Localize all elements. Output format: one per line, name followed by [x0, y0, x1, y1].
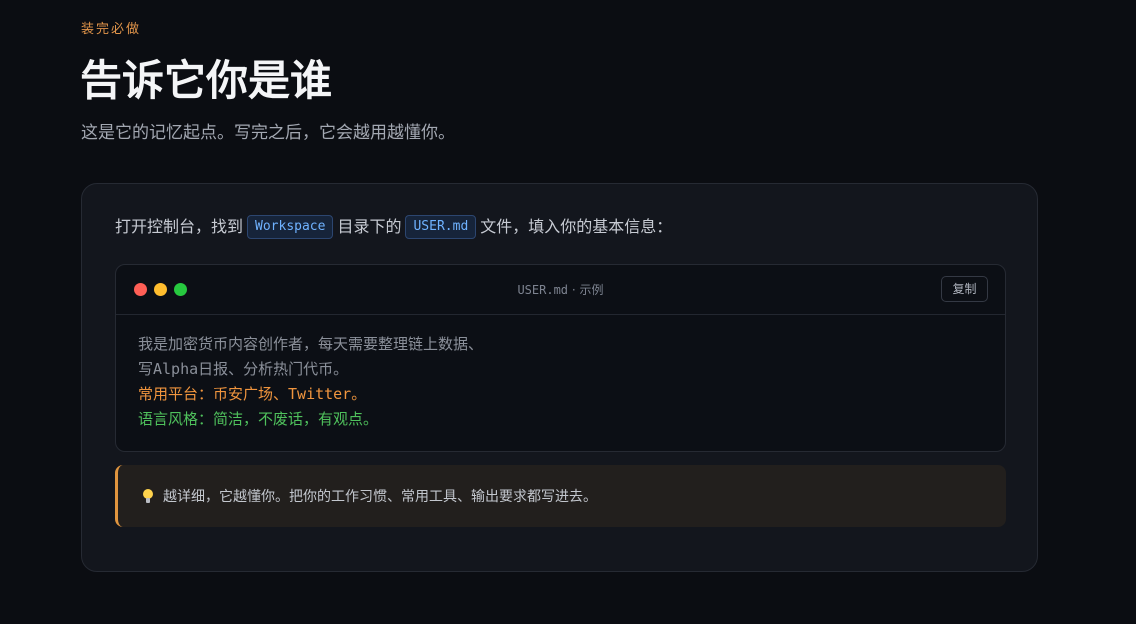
editor-file-name: USER.md [517, 283, 569, 297]
tip-callout: 越详细，它越懂你。把你的工作习惯、常用工具、输出要求都写进去。 [115, 465, 1006, 527]
instruction-text: 打开控制台，找到 Workspace 目录下的 USER.md 文件，填入你的基… [115, 214, 672, 240]
eyebrow-label: 装完必做 [81, 22, 142, 37]
tip-text: 越详细，它越懂你。把你的工作习惯、常用工具、输出要求都写进去。 [163, 489, 597, 505]
code-line: 常用平台：币安广场、Twitter。 [138, 385, 367, 403]
code-editor: USER.md · 示例 复制 我是加密货币内容创作者，每天需要整理链上数据、 … [115, 264, 1006, 452]
file-chip: USER.md [405, 215, 477, 239]
page-title: 告诉它你是谁 [80, 56, 333, 105]
workspace-chip: Workspace [247, 215, 334, 239]
page-subtitle: 这是它的记忆起点。写完之后，它会越用越懂你。 [81, 123, 455, 143]
instruction-after: 文件，填入你的基本信息： [480, 217, 673, 236]
editor-content[interactable]: 我是加密货币内容创作者，每天需要整理链上数据、 写Alpha日报、分析热门代币。… [138, 332, 483, 432]
lightbulb-icon [143, 488, 153, 504]
page: 装完必做 告诉它你是谁 这是它的记忆起点。写完之后，它会越用越懂你。 打开控制台… [0, 0, 1136, 624]
editor-separator: · [571, 283, 576, 297]
code-line: 写Alpha日报、分析热门代币。 [138, 360, 349, 378]
editor-file-label: USER.md · 示例 [116, 281, 1005, 299]
code-line: 语言风格：简洁，不废话，有观点。 [138, 410, 379, 428]
instruction-before: 打开控制台，找到 [115, 217, 244, 236]
copy-button[interactable]: 复制 [941, 276, 988, 302]
editor-header: USER.md · 示例 复制 [116, 265, 1005, 315]
instruction-middle: 目录下的 [337, 217, 402, 236]
editor-file-suffix: 示例 [579, 283, 604, 297]
code-line: 我是加密货币内容创作者，每天需要整理链上数据、 [138, 335, 484, 353]
setup-card: 打开控制台，找到 Workspace 目录下的 USER.md 文件，填入你的基… [81, 183, 1038, 572]
